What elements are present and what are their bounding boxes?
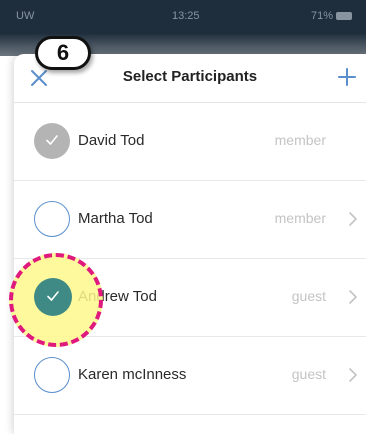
participant-name: Martha Tod — [78, 210, 153, 227]
step-number-badge: 6 — [35, 36, 91, 70]
chevron-right-icon[interactable] — [348, 367, 358, 383]
page-title: Select Participants — [122, 68, 258, 85]
participant-role: member — [274, 132, 326, 148]
plus-icon — [338, 68, 356, 86]
selection-checkbox-highlighted[interactable] — [34, 278, 72, 316]
select-participants-sheet: Select Participants David Tod member Mar… — [14, 54, 366, 434]
participant-role: guest — [291, 288, 326, 304]
checkmark-icon — [46, 135, 58, 145]
status-time: 13:25 — [172, 10, 200, 22]
participant-row[interactable]: Karen mcInness guest — [14, 337, 366, 415]
participant-name: Karen mcInness — [78, 366, 187, 383]
chevron-right-icon[interactable] — [348, 289, 358, 305]
battery-icon — [336, 12, 352, 21]
participant-row[interactable]: David Tod member — [14, 103, 366, 181]
battery-label: 71% — [310, 10, 333, 22]
selection-checkbox[interactable] — [34, 123, 70, 159]
participant-row[interactable]: Martha Tod member — [14, 181, 366, 259]
battery-indicator: 71% — [311, 10, 352, 22]
carrier-label: UW — [16, 10, 35, 22]
status-bar: UW 13:25 71% — [0, 0, 366, 34]
checkmark-icon — [47, 291, 59, 301]
selection-checkbox[interactable] — [34, 357, 70, 393]
participant-role: member — [274, 210, 326, 226]
participant-name: David Tod — [78, 132, 145, 149]
participant-role: guest — [291, 366, 326, 382]
chevron-right-icon[interactable] — [348, 211, 358, 227]
add-participant-button[interactable] — [336, 66, 358, 88]
selection-checkbox[interactable] — [34, 201, 70, 237]
